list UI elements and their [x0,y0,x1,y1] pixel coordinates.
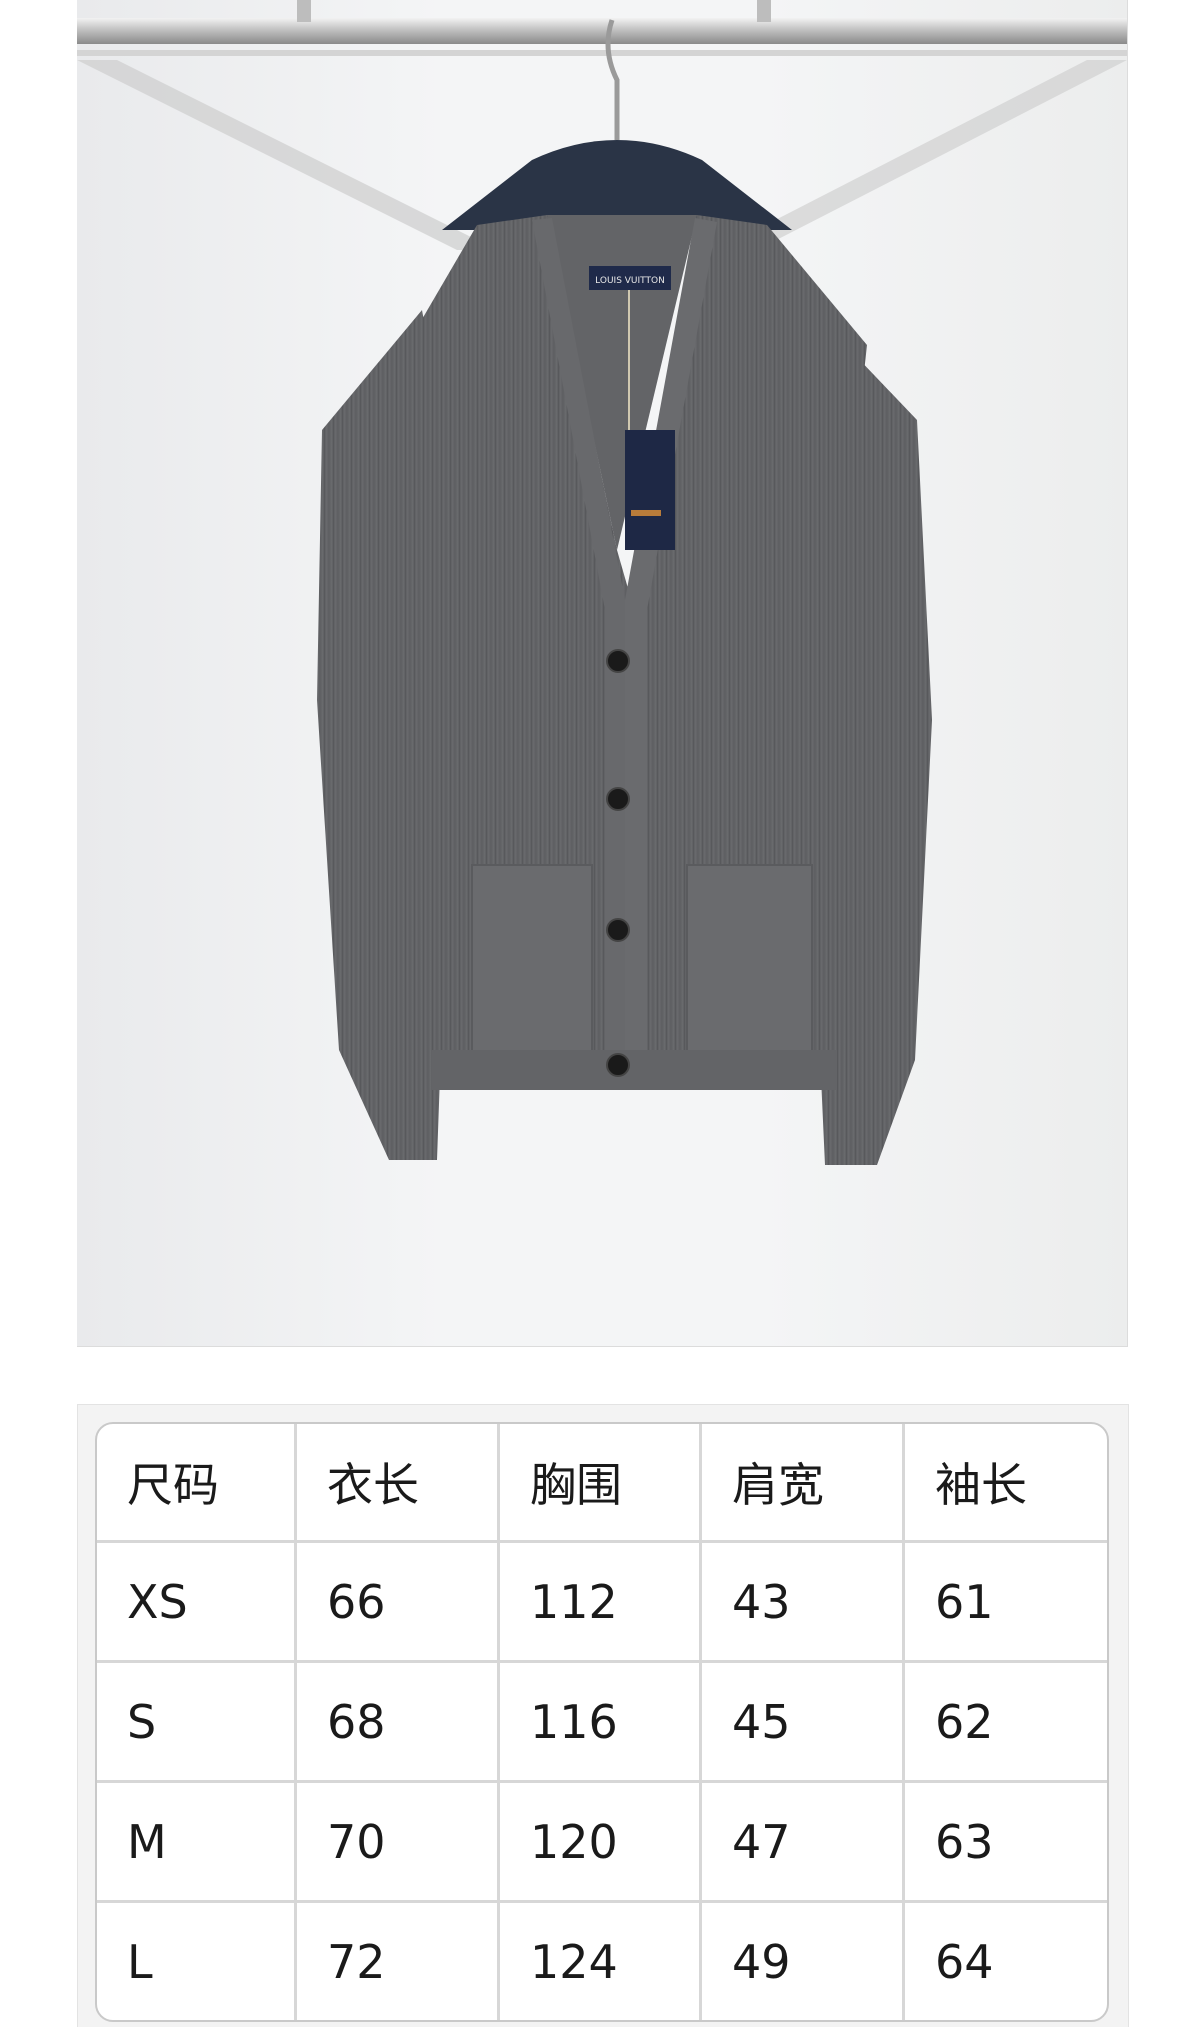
table-cell: 120 [500,1783,702,1903]
table-row: XS 66 112 43 61 [97,1543,1107,1663]
table-cell: 66 [297,1543,500,1663]
table-cell: 124 [500,1903,702,2020]
table-row: M 70 120 47 63 [97,1783,1107,1903]
table-cell: L [97,1903,297,2020]
header-cell-size: 尺码 [97,1424,297,1543]
header-cell-length: 衣长 [297,1424,500,1543]
size-chart-card: 尺码 衣长 胸围 肩宽 袖长 XS 66 112 43 61 S 68 116 … [77,1404,1129,2027]
table-cell: 47 [702,1783,905,1903]
table-cell: M [97,1783,297,1903]
size-chart-table: 尺码 衣长 胸围 肩宽 袖长 XS 66 112 43 61 S 68 116 … [95,1422,1109,2022]
header-cell-chest: 胸围 [500,1424,702,1543]
table-cell: 45 [702,1663,905,1783]
table-row: S 68 116 45 62 [97,1663,1107,1783]
table-cell: 116 [500,1663,702,1783]
table-cell: 70 [297,1783,500,1903]
table-cell: 62 [905,1663,1107,1783]
table-cell: 43 [702,1543,905,1663]
product-photo: LOUIS VUITTON [77,0,1128,1347]
table-cell: 61 [905,1543,1107,1663]
table-cell: XS [97,1543,297,1663]
header-cell-sleeve: 袖长 [905,1424,1107,1543]
table-cell: 63 [905,1783,1107,1903]
cardigan: LOUIS VUITTON [317,215,932,1165]
table-cell: 72 [297,1903,500,2020]
table-cell: 64 [935,1934,994,1989]
table-cell: 68 [297,1663,500,1783]
header-cell-shoulder: 肩宽 [702,1424,905,1543]
svg-text:LOUIS VUITTON: LOUIS VUITTON [595,276,665,286]
cardigan-illustration: LOUIS VUITTON [77,0,1127,1165]
table-header-row: 尺码 衣长 胸围 肩宽 袖长 [97,1424,1107,1543]
table-cell: 112 [500,1543,702,1663]
table-cell: S [97,1663,297,1783]
table-cell: 49 [702,1903,905,2020]
table-row: L 72 124 49 64 [97,1903,1107,2020]
